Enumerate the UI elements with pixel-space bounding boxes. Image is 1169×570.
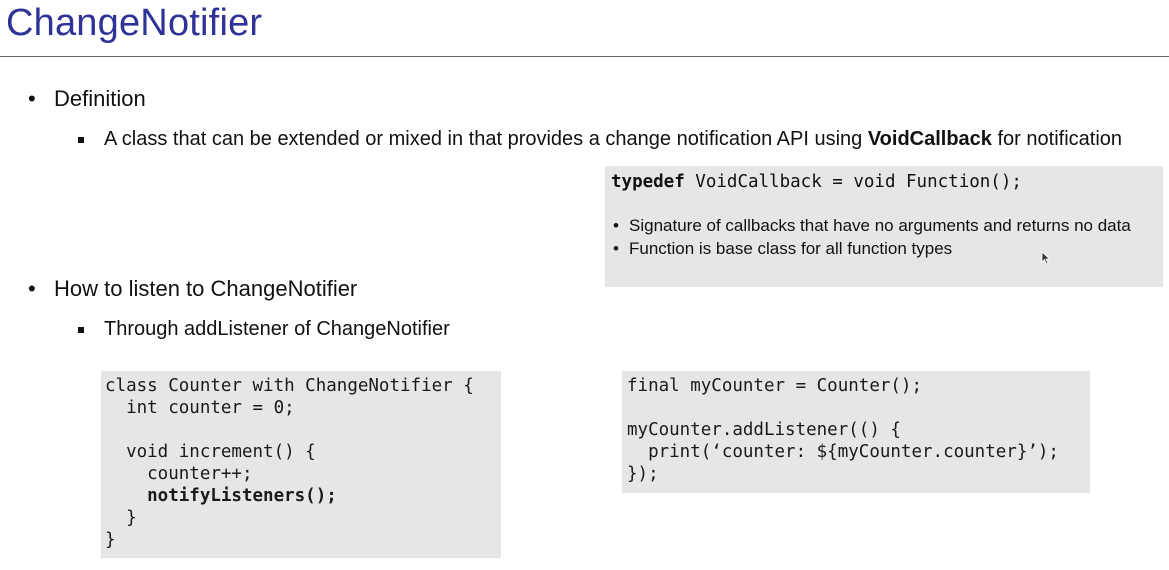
code-line: int counter = 0;: [105, 398, 295, 418]
listen-item: Through addListener of ChangeNotifier: [78, 317, 678, 342]
slide-title: ChangeNotifier: [6, 2, 263, 44]
typedef-keyword: typedef: [611, 172, 685, 192]
definition-text: A class that can be extended or mixed in…: [104, 127, 1138, 152]
bullet-dot: •: [28, 276, 36, 301]
code-line: counter++;: [105, 464, 253, 484]
code-line-notify: notifyListeners();: [105, 486, 337, 506]
code-line: final myCounter = Counter();: [627, 376, 923, 396]
mouse-pointer-icon: [1041, 251, 1051, 265]
definition-heading: Definition: [54, 86, 146, 111]
code-line: });: [627, 464, 659, 484]
info-bullet-item: • Signature of callbacks that have no arg…: [611, 215, 1151, 237]
typedef-rest: VoidCallback = void Function();: [684, 172, 1022, 192]
code-line: }: [105, 530, 116, 550]
info-bullets: • Signature of callbacks that have no arg…: [611, 215, 1151, 261]
code-line: class Counter with ChangeNotifier {: [105, 376, 474, 396]
bullet-dot: •: [613, 216, 619, 235]
info-bullet-text: Function is base class for all function …: [629, 239, 953, 258]
code-line: void increment() {: [105, 442, 316, 462]
code-line: myCounter.addListener(() {: [627, 420, 901, 440]
definition-text-bold: VoidCallback: [867, 128, 992, 150]
counter-class-code-box: class Counter with ChangeNotifier { int …: [101, 371, 501, 558]
info-bullet-text: Signature of callbacks that have no argu…: [629, 216, 1131, 235]
typedef-code: typedef VoidCallback = void Function();: [611, 172, 1022, 192]
code-line: print(‘counter: ${myCounter.counter}’);: [627, 442, 1059, 462]
code-line: }: [105, 508, 137, 528]
definition-item: A class that can be extended or mixed in…: [78, 127, 1138, 152]
square-bullet-icon: [78, 137, 84, 143]
voidcallback-info-box: typedef VoidCallback = void Function(); …: [605, 166, 1163, 287]
definition-text-post: for notification: [991, 128, 1123, 150]
bullet-how-to-listen: • How to listen to ChangeNotifier: [28, 276, 357, 302]
bullet-definition: • Definition: [28, 86, 146, 112]
listen-heading: How to listen to ChangeNotifier: [54, 276, 358, 301]
bullet-dot: •: [613, 239, 619, 258]
title-divider: [0, 56, 1169, 57]
info-bullet-item: • Function is base class for all function…: [611, 238, 1151, 260]
definition-text-pre: A class that can be extended or mixed in…: [104, 128, 868, 150]
add-listener-code-box: final myCounter = Counter(); myCounter.a…: [622, 371, 1090, 493]
bullet-dot: •: [28, 86, 36, 111]
square-bullet-icon: [78, 327, 84, 333]
listen-text: Through addListener of ChangeNotifier: [104, 318, 450, 340]
